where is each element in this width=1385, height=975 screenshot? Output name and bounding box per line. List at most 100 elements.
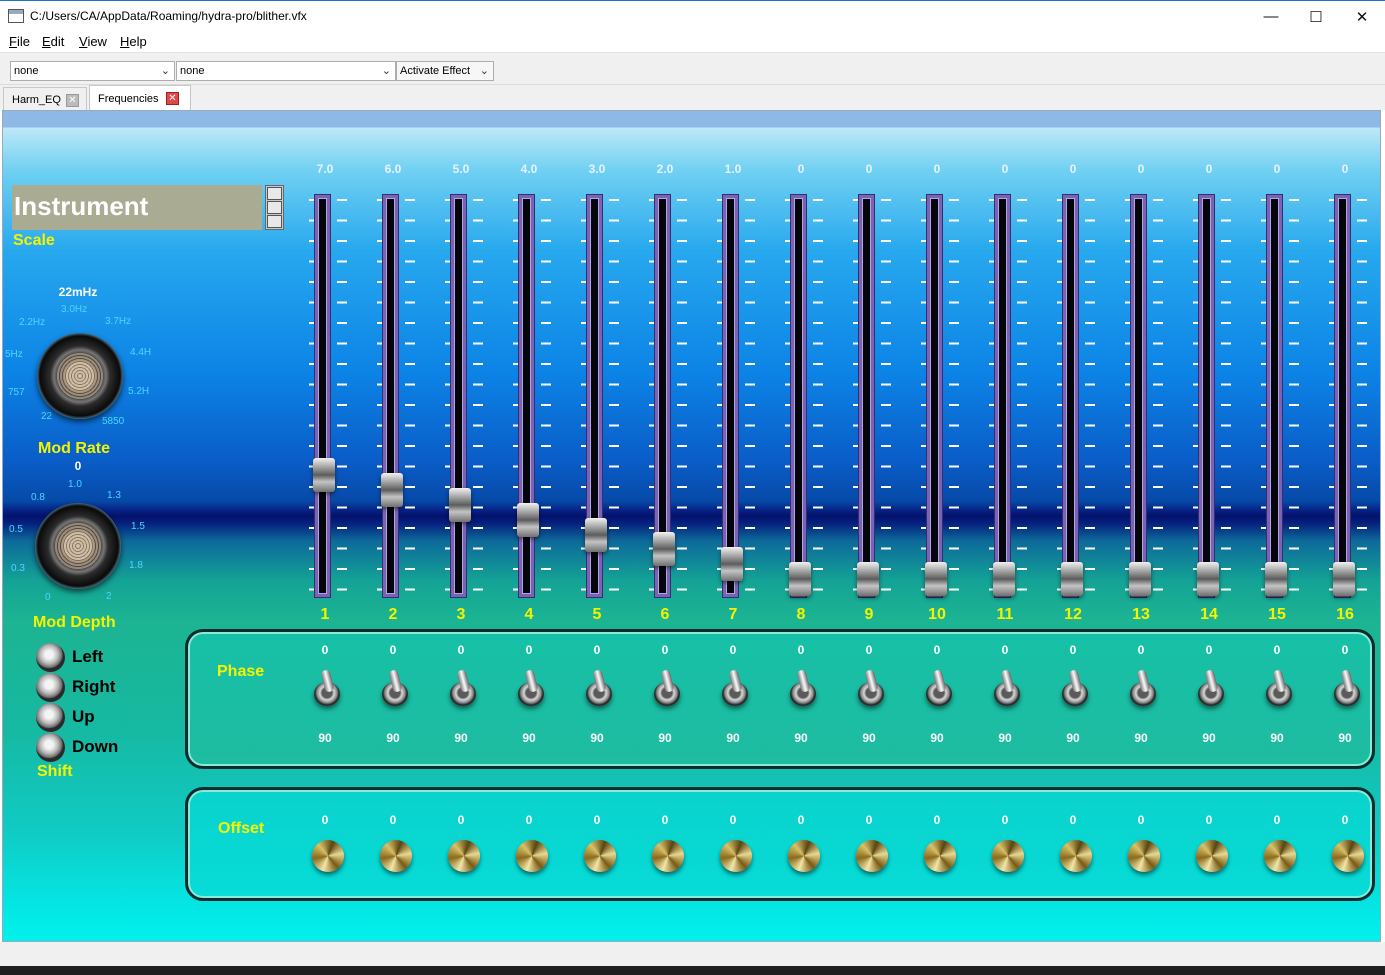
phase-toggle-switch[interactable]: [312, 669, 342, 706]
band-slider-track[interactable]: [1335, 195, 1350, 597]
taskbar: [0, 966, 1385, 975]
offset-knob[interactable]: [312, 840, 344, 872]
radio-button[interactable]: [36, 733, 65, 762]
band-slider-thumb[interactable]: [449, 488, 471, 522]
preset-select-2[interactable]: none ⌄: [176, 61, 396, 81]
band-slider-thumb[interactable]: [789, 562, 811, 596]
slider-ticks: [1085, 199, 1095, 593]
phase-top-value: 0: [1137, 643, 1145, 657]
maximize-button[interactable]: ☐: [1293, 1, 1339, 32]
band-slider-thumb[interactable]: [1129, 562, 1151, 596]
band-slider-thumb[interactable]: [925, 562, 947, 596]
close-button[interactable]: ✕: [1339, 1, 1385, 32]
offset-knob[interactable]: [1060, 840, 1092, 872]
band-slider-track[interactable]: [1131, 195, 1146, 597]
mod-rate-tick: 5.2H: [128, 386, 150, 397]
band-slider-track[interactable]: [995, 195, 1010, 597]
band-slider-thumb[interactable]: [1061, 562, 1083, 596]
tab-frequencies[interactable]: Frequencies ✕: [89, 85, 191, 110]
radio-button[interactable]: [36, 673, 65, 702]
tab-harm-eq[interactable]: Harm_EQ ✕: [3, 87, 87, 110]
band-slider-thumb[interactable]: [1197, 562, 1219, 596]
phase-toggle-switch[interactable]: [1060, 669, 1090, 706]
band-slider-thumb[interactable]: [721, 547, 743, 581]
close-icon[interactable]: ✕: [66, 94, 79, 107]
menu-view[interactable]: View: [79, 34, 107, 49]
band-slider-track[interactable]: [791, 195, 806, 597]
offset-knob[interactable]: [788, 840, 820, 872]
band-number: 15: [1268, 606, 1286, 623]
phase-top-value: 0: [525, 643, 533, 657]
band-slider-thumb[interactable]: [1265, 562, 1287, 596]
band-slider-thumb[interactable]: [993, 562, 1015, 596]
band-slider-track[interactable]: [383, 195, 398, 597]
band-slider-track[interactable]: [1199, 195, 1214, 597]
phase-toggle-switch[interactable]: [516, 669, 546, 706]
menu-help[interactable]: Help: [120, 34, 147, 49]
band-slider-thumb[interactable]: [585, 518, 607, 552]
offset-value: 0: [321, 813, 329, 827]
offset-knob[interactable]: [1332, 840, 1364, 872]
phase-toggle-switch[interactable]: [584, 669, 614, 706]
slider-ticks: [1357, 199, 1367, 593]
radio-button[interactable]: [36, 643, 65, 672]
menu-file[interactable]: File: [9, 34, 30, 49]
phase-toggle-switch[interactable]: [924, 669, 954, 706]
band-slider-track[interactable]: [859, 195, 874, 597]
band-number: 1: [320, 606, 330, 623]
offset-knob[interactable]: [652, 840, 684, 872]
phase-toggle-switch[interactable]: [1196, 669, 1226, 706]
band-slider-thumb[interactable]: [381, 473, 403, 507]
close-icon[interactable]: ✕: [166, 92, 179, 105]
activate-effect-select[interactable]: Activate Effect ⌄: [396, 61, 494, 81]
band-slider-thumb[interactable]: [313, 458, 335, 492]
mod-depth-tick: 0.3: [11, 563, 25, 574]
band-slider-thumb[interactable]: [517, 503, 539, 537]
minimize-button[interactable]: —: [1248, 1, 1294, 32]
phase-toggle-switch[interactable]: [720, 669, 750, 706]
band-slider-track[interactable]: [723, 195, 738, 597]
offset-knob[interactable]: [992, 840, 1024, 872]
offset-knob[interactable]: [720, 840, 752, 872]
offset-knob[interactable]: [1128, 840, 1160, 872]
offset-value: 0: [933, 813, 941, 827]
slider-ticks: [813, 199, 823, 593]
band-slider-thumb[interactable]: [857, 562, 879, 596]
menu-edit[interactable]: Edit: [42, 34, 64, 49]
phase-toggle-switch[interactable]: [1128, 669, 1158, 706]
offset-knob[interactable]: [856, 840, 888, 872]
band-slider-track[interactable]: [1063, 195, 1078, 597]
app-icon: [8, 9, 24, 23]
band-number: 7: [728, 606, 738, 623]
mod-depth-knob[interactable]: [35, 503, 121, 589]
band-value: 0: [797, 162, 805, 176]
mod-depth-tick: 1.8: [129, 560, 143, 571]
instrument-scrollbar[interactable]: [265, 185, 284, 230]
phase-toggle-switch[interactable]: [992, 669, 1022, 706]
offset-knob[interactable]: [380, 840, 412, 872]
preset-select-1[interactable]: none ⌄: [10, 61, 175, 81]
phase-toggle-switch[interactable]: [856, 669, 886, 706]
offset-knob[interactable]: [1264, 840, 1296, 872]
phase-toggle-switch[interactable]: [1264, 669, 1294, 706]
radio-button[interactable]: [36, 703, 65, 732]
band-value: 2.0: [656, 162, 674, 176]
slider-ticks: [1221, 199, 1231, 593]
phase-toggle-switch[interactable]: [652, 669, 682, 706]
offset-knob[interactable]: [448, 840, 480, 872]
offset-knob[interactable]: [584, 840, 616, 872]
band-slider-thumb[interactable]: [1333, 562, 1355, 596]
phase-toggle-switch[interactable]: [380, 669, 410, 706]
phase-toggle-switch[interactable]: [448, 669, 478, 706]
band-slider-track[interactable]: [1267, 195, 1282, 597]
band-slider-track[interactable]: [451, 195, 466, 597]
phase-toggle-switch[interactable]: [1332, 669, 1362, 706]
band-slider-track[interactable]: [315, 195, 330, 597]
phase-toggle-switch[interactable]: [788, 669, 818, 706]
band-slider-track[interactable]: [927, 195, 942, 597]
band-slider-thumb[interactable]: [653, 532, 675, 566]
mod-rate-knob[interactable]: [37, 333, 123, 419]
offset-knob[interactable]: [516, 840, 548, 872]
offset-knob[interactable]: [924, 840, 956, 872]
offset-knob[interactable]: [1196, 840, 1228, 872]
